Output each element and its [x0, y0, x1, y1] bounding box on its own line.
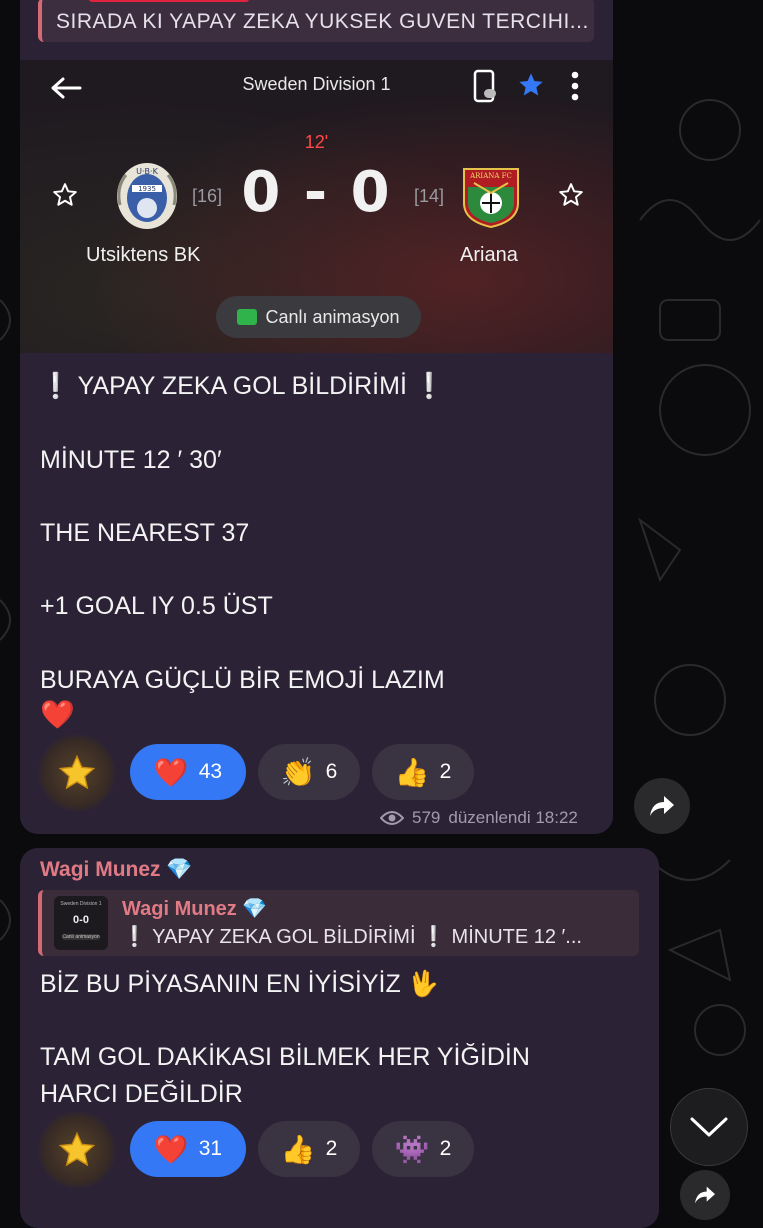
favorite-star-filled-icon[interactable]	[514, 68, 548, 102]
score: 0 - 0	[241, 160, 392, 225]
phone-toggle-icon[interactable]	[470, 66, 500, 106]
gold-star-icon	[58, 754, 96, 790]
gold-star-icon	[58, 1131, 96, 1167]
forward-arrow-icon	[695, 1186, 715, 1204]
reaction-alien-monster[interactable]: 👾 2	[372, 1121, 474, 1177]
svg-text:ARIANA FC: ARIANA FC	[469, 172, 512, 180]
away-star-outline-icon[interactable]	[556, 180, 586, 210]
message1-line-4: +1 GOAL IY 0.5 ÜST	[40, 592, 273, 620]
red-progress-bar	[89, 0, 249, 2]
message1-line-5: BURAYA GÜÇLÜ BİR EMOJİ LAZIM	[40, 666, 445, 694]
message2-line-1: BİZ BU PİYASANIN EN İYİSİYİZ 🖖	[40, 970, 439, 998]
message1-line-2: MİNUTE 12 ′ 30′	[40, 446, 222, 474]
clap-emoji-icon: 👏	[280, 756, 316, 788]
live-animation-button[interactable]: Canlı animasyon	[216, 296, 421, 338]
reply-preview-text: SIRADA KI YAPAY ZEKA YUKSEK GUVEN TERCIH…	[56, 10, 589, 33]
chevron-down-icon	[690, 1117, 728, 1137]
message2-line-2: TAM GOL DAKİKASI BİLMEK HER YİĞİDİN	[40, 1043, 530, 1071]
reaction-thumbs-up[interactable]: 👍 2	[258, 1121, 360, 1177]
scroll-to-bottom-button[interactable]	[670, 1088, 748, 1166]
reaction-count: 2	[439, 760, 452, 783]
reaction-count: 31	[198, 1137, 223, 1160]
reaction-count: 2	[325, 1137, 338, 1160]
message1-line-3: THE NEAREST 37	[40, 519, 250, 547]
message1-line-1: ❕ YAPAY ZEKA GOL BİLDİRİMİ ❕	[40, 372, 445, 400]
match-minute: 12'	[304, 132, 329, 152]
forward-arrow-icon	[650, 796, 674, 816]
reaction-clap[interactable]: 👏 6	[258, 744, 360, 800]
thumbs-up-emoji-icon: 👍	[280, 1133, 316, 1165]
more-vert-icon[interactable]	[560, 66, 590, 106]
match-score-card[interactable]: Sweden Division 1 12' U·B·K 1935 [16] 0 …	[20, 60, 613, 353]
quoted-thumbnail: Sweden Division 1 0-0 Canlı animasyon	[54, 896, 108, 950]
sender-name[interactable]: Wagi Munez 💎	[40, 858, 193, 882]
edited-time: düzenlendi 18:22	[448, 808, 578, 827]
reaction-count: 6	[325, 760, 338, 783]
message2-line-3: HARCI DEĞİLDİR	[40, 1080, 243, 1108]
forward-button-2[interactable]	[680, 1170, 730, 1220]
reaction-heart[interactable]: ❤️ 31	[130, 1121, 246, 1177]
reaction-count: 2	[439, 1137, 452, 1160]
reaction-thumbs-up[interactable]: 👍 2	[372, 744, 474, 800]
previous-message-fragment: SIRADA KI YAPAY ZEKA YUKSEK GUVEN TERCIH…	[0, 0, 763, 60]
alien-monster-emoji-icon: 👾	[394, 1133, 430, 1165]
reply-preview[interactable]: SIRADA KI YAPAY ZEKA YUKSEK GUVEN TERCIH…	[38, 0, 594, 42]
away-team-badge: ARIANA FC	[460, 163, 522, 229]
away-team-name: Ariana	[460, 244, 518, 266]
star-reaction[interactable]	[38, 1111, 116, 1189]
thumbs-up-emoji-icon: 👍	[394, 756, 430, 788]
live-animation-label: Canlı animasyon	[265, 306, 400, 327]
quoted-text: ❕ YAPAY ZEKA GOL BİLDİRİMİ ❕ MİNUTE 12 ′…	[122, 926, 582, 948]
live-animation-icon	[237, 309, 258, 325]
message1-meta: 579 düzenlendi 18:22	[380, 808, 578, 828]
reaction-heart[interactable]: ❤️ 43	[130, 744, 246, 800]
heart-emoji-icon: ❤️	[153, 1133, 189, 1165]
views-count: 579	[412, 808, 441, 827]
forward-button[interactable]	[634, 778, 690, 834]
reaction-count: 43	[198, 760, 223, 783]
message1-heart-line: ❤️	[40, 699, 75, 730]
views-eye-icon	[380, 811, 404, 825]
heart-emoji-icon: ❤️	[153, 756, 189, 788]
away-rank: [14]	[414, 186, 445, 206]
quoted-sender-name: Wagi Munez 💎	[122, 898, 268, 920]
star-reaction[interactable]	[38, 734, 116, 812]
home-team-name: Utsiktens BK	[86, 244, 201, 266]
quoted-message[interactable]: Sweden Division 1 0-0 Canlı animasyon Wa…	[38, 890, 639, 956]
